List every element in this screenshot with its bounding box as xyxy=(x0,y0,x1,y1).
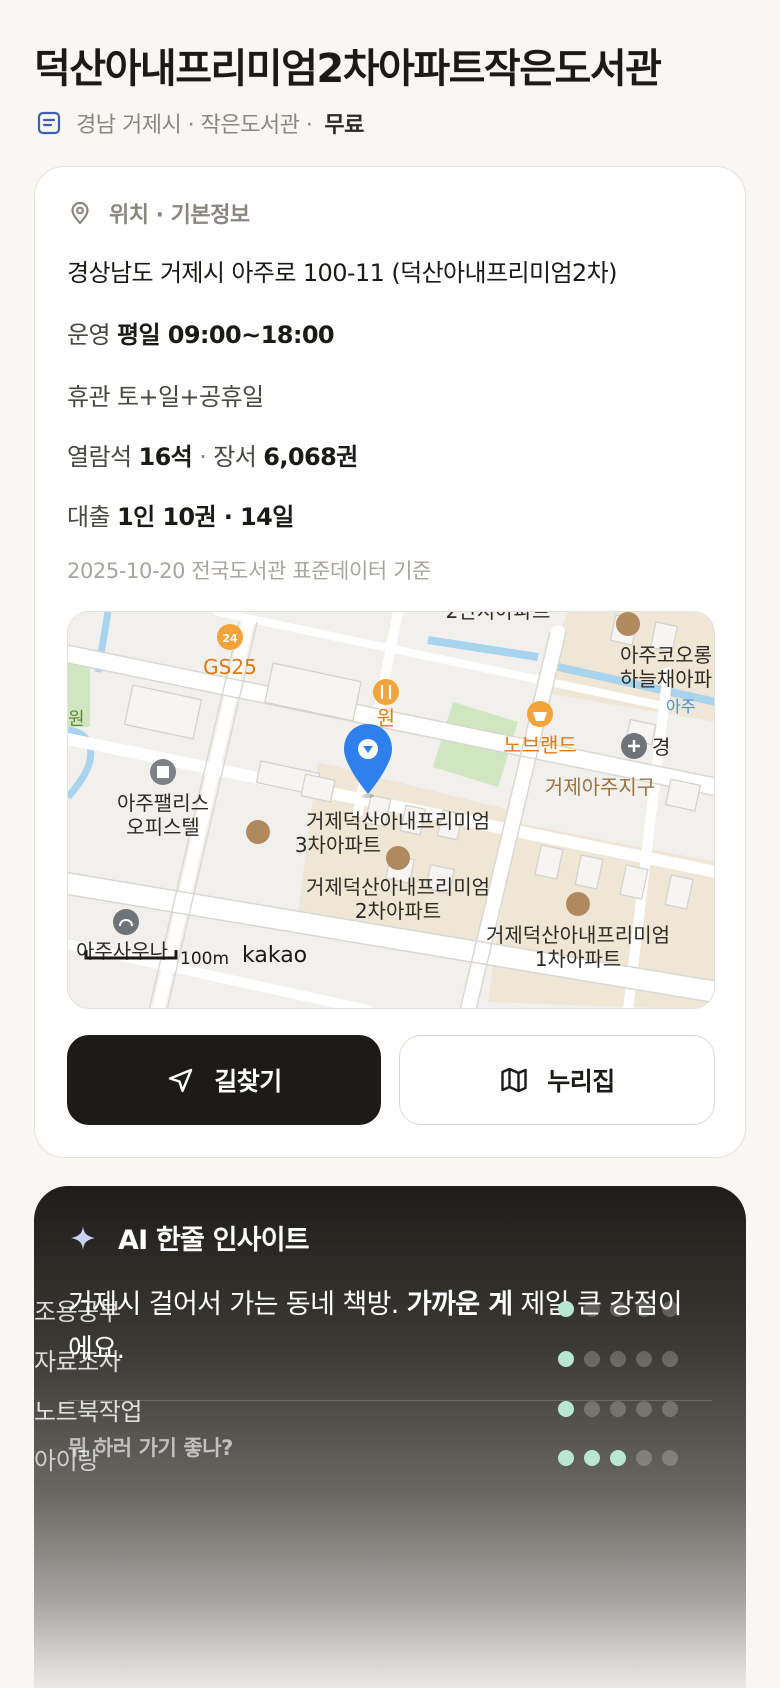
loan-label: 대출 xyxy=(67,503,111,531)
ai-insight-card: AI 한줄 인사이트 거제시 걸어서 가는 동네 책방. 가까운 게 제일 큰 … xyxy=(34,1186,746,1688)
rating-dot xyxy=(558,1351,574,1367)
rating-dot xyxy=(636,1401,652,1417)
navigation-arrow-icon xyxy=(169,1068,193,1093)
map-label-won: 원 xyxy=(377,706,395,730)
kakao-logo: kakao xyxy=(242,943,307,968)
svg-text:24: 24 xyxy=(222,632,238,645)
map-label-gyeong: 경 xyxy=(652,735,670,759)
map-label-haneul: 하늘채아파 xyxy=(620,667,712,691)
activity-row: 자료조사 xyxy=(34,1342,678,1376)
page-title: 덕산아내프리미엄2차아파트작은도서관 xyxy=(34,46,662,92)
ai-header: AI 한줄 인사이트 xyxy=(70,1218,310,1257)
seats-value: 16석 xyxy=(138,443,193,471)
map-label-apt2-2: 2차아파트 xyxy=(355,899,441,923)
map-label-apt1-2: 1차아파트 xyxy=(535,947,621,971)
rating-dot xyxy=(662,1401,678,1417)
map-label-nobrand: 노브랜드 xyxy=(503,733,577,757)
ai-title: AI 한줄 인사이트 xyxy=(118,1225,310,1256)
loan-value: 1인 10권 · 14일 xyxy=(117,503,294,531)
subtitle-row: 경남 거제시 · 작은도서관 · 무료 xyxy=(36,106,364,140)
activity-rating xyxy=(548,1450,678,1466)
directions-label: 길찾기 xyxy=(214,1067,282,1096)
rating-dot xyxy=(662,1450,678,1466)
map-label-apt3-1: 거제덕산아내프리미엄 xyxy=(306,809,490,833)
rating-dot xyxy=(636,1351,652,1367)
rating-dot xyxy=(610,1301,626,1317)
section-header: 위치 · 기본정보 xyxy=(67,197,250,229)
map-label-apt3-2: 3차아파트 xyxy=(295,833,381,857)
info-card: 위치 · 기본정보 경상남도 거제시 아주로 100-11 (덕산아내프리미엄2… xyxy=(34,166,746,1158)
library-detail-page: 덕산아내프리미엄2차아파트작은도서관 경남 거제시 · 작은도서관 · 무료 위… xyxy=(0,0,780,1688)
rating-dot xyxy=(610,1401,626,1417)
closed-row: 휴관 토+일+공휴일 xyxy=(67,377,264,412)
hours-value: 평일 09:00~18:00 xyxy=(117,321,335,349)
seats-label: 열람석 xyxy=(67,443,132,471)
website-label: 누리집 xyxy=(547,1067,615,1096)
document-icon xyxy=(37,111,61,135)
map-label-apt2-1: 거제덕산아내프리미엄 xyxy=(306,875,490,899)
scale-label: 100m xyxy=(180,949,229,969)
activity-rating xyxy=(548,1301,678,1317)
map-label-palace-2: 오피스텔 xyxy=(126,815,200,839)
rating-dot xyxy=(610,1450,626,1466)
capacity-row: 열람석 16석 · 장서 6,068권 xyxy=(67,443,358,471)
map-icon xyxy=(501,1067,527,1093)
rating-dot xyxy=(558,1401,574,1417)
rating-dot xyxy=(584,1450,600,1466)
activity-label: 아이랑 xyxy=(34,1446,99,1475)
map-label-top-apt: 2단지아파트 xyxy=(446,612,551,623)
subtitle-text: 경남 거제시 · 작은도서관 · xyxy=(76,113,313,138)
price-badge: 무료 xyxy=(324,113,364,138)
activity-row: 아이랑 xyxy=(34,1441,678,1475)
activity-label: 자료조사 xyxy=(34,1347,121,1376)
activity-row: 노트북작업 xyxy=(34,1392,678,1426)
directions-button[interactable]: 길찾기 xyxy=(67,1035,381,1125)
closed-value: 토+일+공휴일 xyxy=(117,383,264,411)
map-canvas[interactable]: 24 GS25 원 원 노브랜드 아주코오롱 하늘채아파 아주 경 거제아주지구… xyxy=(68,612,715,1009)
closed-label: 휴관 xyxy=(67,383,111,411)
sparkle-icon xyxy=(71,1225,95,1250)
rating-dot xyxy=(584,1351,600,1367)
address: 경상남도 거제시 아주로 100-11 (덕산아내프리미엄2차) xyxy=(67,259,617,287)
rating-dot xyxy=(558,1450,574,1466)
rating-dot xyxy=(662,1351,678,1367)
map-label-gs25: GS25 xyxy=(203,655,257,679)
books-label: 장서 xyxy=(213,443,257,471)
data-source-note: 2025-10-20 전국도서관 표준데이터 기준 xyxy=(67,559,431,583)
hours-label: 운영 xyxy=(67,321,111,349)
rating-dot xyxy=(662,1301,678,1317)
loan-row: 대출 1인 10권 · 14일 xyxy=(67,497,294,532)
activity-rating xyxy=(548,1351,678,1367)
rating-dot xyxy=(610,1351,626,1367)
rating-dot xyxy=(584,1301,600,1317)
section-title: 위치 · 기본정보 xyxy=(109,203,250,228)
location-pin-icon xyxy=(71,201,89,225)
map-view[interactable]: 24 GS25 원 원 노브랜드 아주코오롱 하늘채아파 아주 경 거제아주지구… xyxy=(67,611,715,1009)
rating-dot xyxy=(636,1450,652,1466)
hours-row: 운영 평일 09:00~18:00 xyxy=(67,315,335,350)
map-label-palace-1: 아주팰리스 xyxy=(117,791,209,815)
books-value: 6,068권 xyxy=(263,443,358,471)
map-label-aju: 아주 xyxy=(666,697,695,716)
map-label-apt1-1: 거제덕산아내프리미엄 xyxy=(486,923,670,947)
rating-dot xyxy=(584,1401,600,1417)
map-label-aju-kolong: 아주코오롱 xyxy=(620,643,712,667)
activity-rating xyxy=(548,1401,678,1417)
activity-row: 조용공부 xyxy=(34,1292,678,1326)
activity-label: 노트북작업 xyxy=(34,1397,142,1426)
map-label-left-won: 원 xyxy=(68,709,85,730)
website-button[interactable]: 누리집 xyxy=(399,1035,715,1125)
activity-label: 조용공부 xyxy=(34,1297,121,1326)
map-label-district: 거제아주지구 xyxy=(545,775,655,799)
rating-dot xyxy=(636,1301,652,1317)
rating-dot xyxy=(558,1301,574,1317)
